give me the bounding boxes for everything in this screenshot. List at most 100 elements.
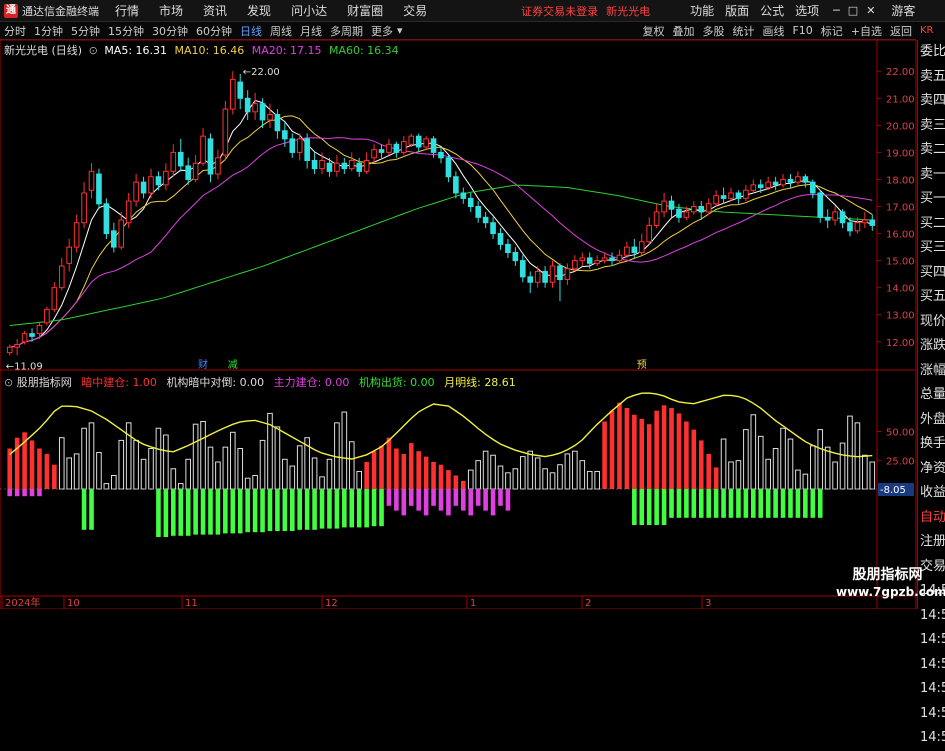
white-bar xyxy=(735,460,742,490)
green-bar xyxy=(817,489,823,518)
quote-side-panel: 委比 卖五 卖四 卖三 卖二 卖一 买一 买二 买三 买四 买五 现价 涨跌 涨幅 总量 外盘 换手 净资 收益 自动… xyxy=(917,40,945,745)
white-bar xyxy=(579,460,586,490)
side-item-11: 现价 xyxy=(920,313,945,329)
candle-body xyxy=(6,346,13,354)
white-bar xyxy=(787,438,794,490)
white-bar xyxy=(802,473,809,490)
green-bar xyxy=(230,489,236,534)
red-bar xyxy=(669,408,674,489)
white-bar xyxy=(542,468,548,490)
white-bar xyxy=(817,429,824,490)
white-bar xyxy=(467,469,474,490)
side-item-18: 收益 xyxy=(920,485,945,500)
price-tick-label: 15.00 xyxy=(886,257,915,268)
side-item-2: 卖四 xyxy=(920,93,945,108)
candle-body xyxy=(862,219,868,224)
white-bar xyxy=(140,458,147,490)
candle-body xyxy=(809,181,816,194)
candle-body xyxy=(653,211,660,226)
magenta-bar xyxy=(29,489,35,497)
white-bar xyxy=(296,445,303,490)
white-bar xyxy=(222,446,229,490)
red-bar xyxy=(676,413,682,489)
candle-body xyxy=(542,270,548,283)
candle-body xyxy=(638,241,645,253)
candle-body xyxy=(21,333,28,343)
green-bar xyxy=(713,489,719,518)
outer-frame xyxy=(0,39,917,609)
candle-body xyxy=(757,184,764,189)
red-bar xyxy=(639,418,645,489)
side-item-16: 换手 xyxy=(920,436,945,451)
side-item-25: 14:55 xyxy=(920,656,945,672)
green-bar xyxy=(676,489,682,518)
white-bar xyxy=(557,464,563,490)
magenta-bar xyxy=(446,489,451,516)
side-item-12: 涨跌 xyxy=(920,338,945,353)
green-bar xyxy=(684,489,689,518)
green-bar xyxy=(356,489,362,528)
green-bar xyxy=(245,489,250,533)
event-marker: 预 xyxy=(637,359,647,371)
candle-body xyxy=(73,222,80,248)
candle-body xyxy=(750,184,757,191)
red-bar xyxy=(632,414,637,489)
ind-tick-label: 50.00 xyxy=(886,428,915,439)
candle-body xyxy=(557,265,563,281)
white-bar xyxy=(490,454,496,490)
side-item-0: 委比 xyxy=(920,44,945,59)
candle-body xyxy=(720,195,727,199)
red-bar xyxy=(29,440,35,489)
side-item-15: 外盘 xyxy=(920,411,945,427)
candle-body xyxy=(125,200,132,224)
candle-body xyxy=(58,265,65,289)
magenta-bar xyxy=(394,489,399,511)
green-bar xyxy=(654,489,659,525)
date-tick-label: 10 xyxy=(67,598,80,609)
green-bar xyxy=(334,489,340,529)
candle-body xyxy=(579,257,586,262)
candle-body xyxy=(289,138,296,153)
magenta-bar xyxy=(505,489,511,511)
date-tick-label: 3 xyxy=(705,598,711,609)
candle-body xyxy=(341,162,348,170)
high-annotation: ←22.00 xyxy=(243,67,280,78)
candle-body xyxy=(869,219,876,226)
white-bar xyxy=(505,472,511,490)
white-bar xyxy=(519,456,526,490)
candle-body xyxy=(445,157,452,178)
side-item-1: 卖五 xyxy=(920,68,945,84)
red-bar xyxy=(408,443,414,489)
candle-body xyxy=(311,160,318,170)
magenta-bar xyxy=(7,489,13,497)
candle-body xyxy=(527,276,534,283)
candle-body xyxy=(267,114,273,121)
candle-body xyxy=(185,165,191,180)
price-tick-label: 22.00 xyxy=(886,67,915,78)
date-tick-label: 1 xyxy=(470,598,476,609)
white-bar xyxy=(809,445,816,490)
watermark: 股朋指标网 www.7gpzb.com xyxy=(836,566,945,600)
side-item-3: 卖三 xyxy=(920,117,945,133)
candle-body xyxy=(482,216,489,224)
candle-body xyxy=(371,149,377,159)
candle-body xyxy=(274,114,281,132)
candle-body xyxy=(334,162,340,172)
side-item-10: 买五 xyxy=(920,289,945,304)
candle-body xyxy=(200,135,206,164)
green-bar xyxy=(743,489,749,518)
white-bar xyxy=(58,437,65,490)
candle-body xyxy=(609,257,615,262)
candle-body xyxy=(14,343,20,348)
date-tick-label: 2024年 xyxy=(5,596,40,609)
cursor-value: -8.05 xyxy=(880,485,906,496)
candle-body xyxy=(378,149,385,153)
kline-chart[interactable]: 22.00 21.00 20.00 19.00 18.00 17.00 16.00 15.00… xyxy=(0,0,917,609)
white-bar xyxy=(356,470,363,490)
green-bar xyxy=(342,489,347,528)
red-bar xyxy=(461,480,466,489)
green-bar xyxy=(773,489,778,518)
candle-body xyxy=(668,200,675,210)
red-bar xyxy=(438,464,444,489)
green-bar xyxy=(765,489,771,518)
